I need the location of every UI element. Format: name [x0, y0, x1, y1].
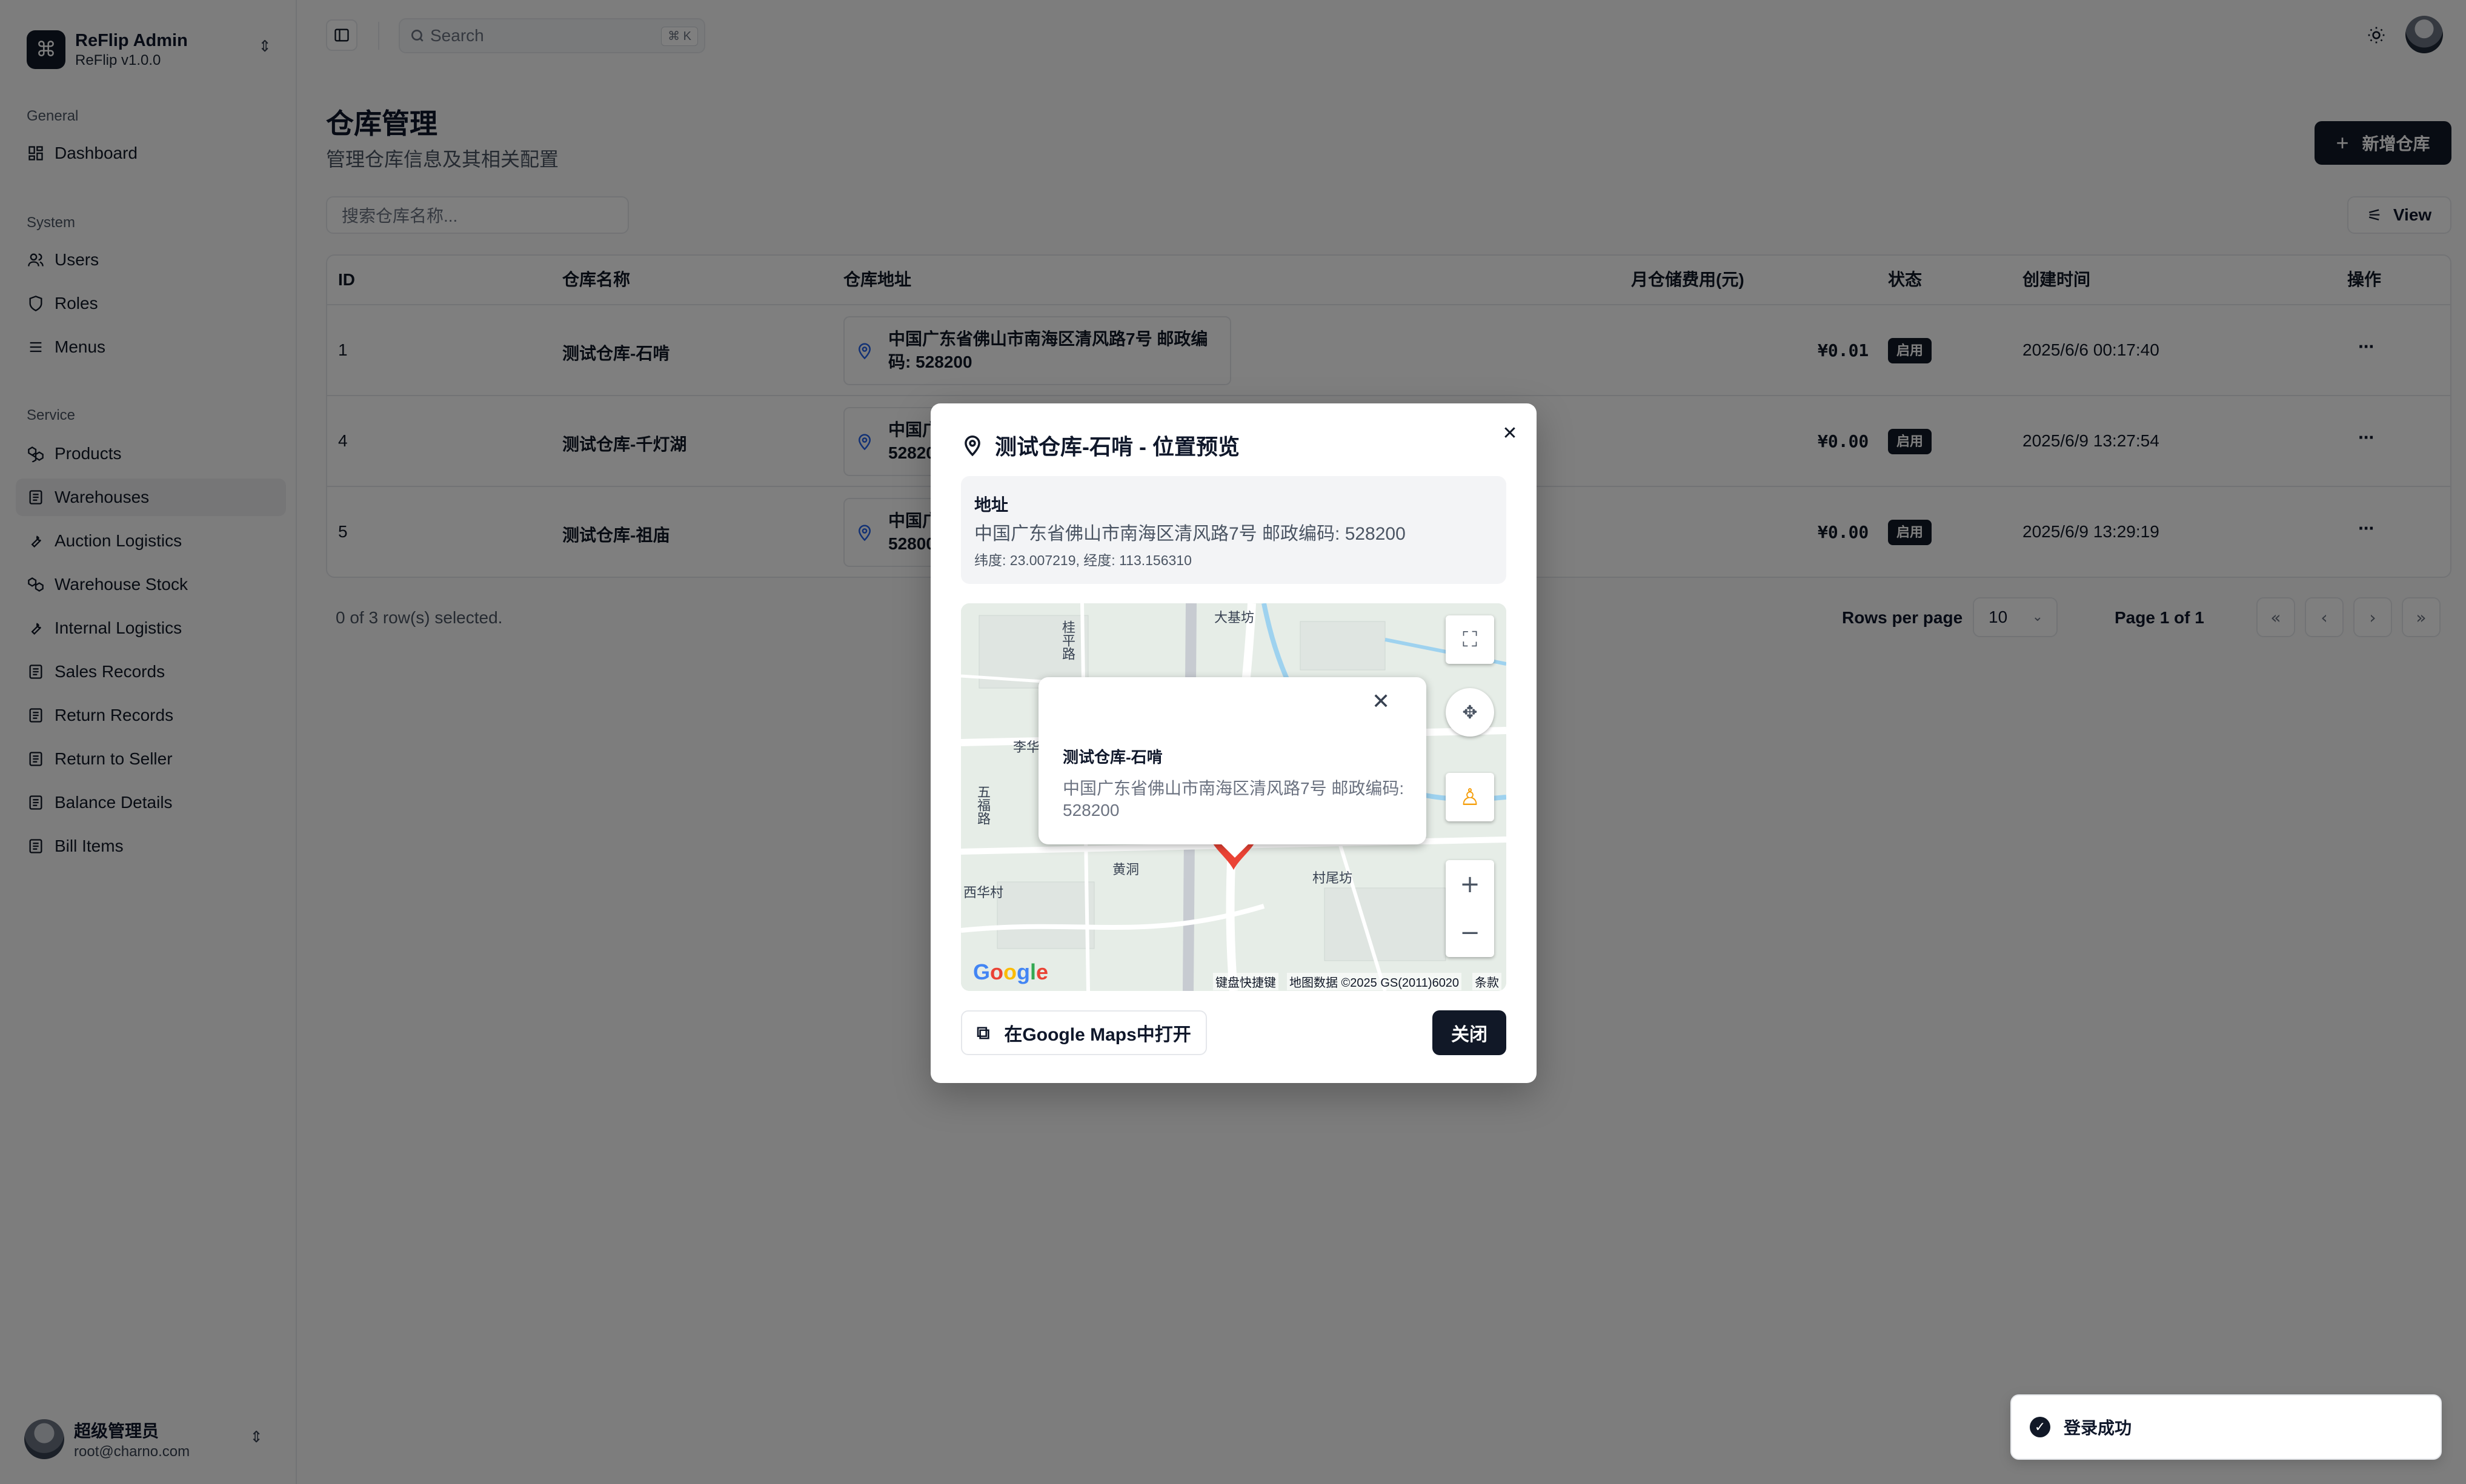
location-preview-dialog: ✕ 测试仓库-石啃 - 位置预览 地址 中国广东省佛山市南海区清风路7号 邮政编…: [931, 403, 1537, 1083]
check-circle-icon: ✓: [2030, 1417, 2050, 1437]
map-label: 西华村: [963, 885, 1004, 900]
app-root: ⌘ ReFlip Admin ReFlip v1.0.0 ⇕ General D…: [0, 0, 2466, 1484]
map-info-window: ✕ 测试仓库-石啃 中国广东省佛山市南海区清风路7号 邮政编码: 528200: [1039, 677, 1426, 858]
map-pin-icon: [965, 436, 980, 457]
map-label: 大基坊: [1214, 610, 1255, 625]
close-icon[interactable]: ✕: [1498, 422, 1522, 446]
open-google-maps-label: 在Google Maps中打开: [1004, 1025, 1191, 1045]
map-pan-control[interactable]: ✥: [1446, 688, 1494, 737]
close-icon[interactable]: ✕: [1372, 689, 1390, 714]
info-window-address: 中国广东省佛山市南海区清风路7号 邮政编码: 528200: [1063, 779, 1404, 820]
coordinates-text: 纬度: 23.007219, 经度: 113.156310: [974, 552, 1192, 568]
open-google-maps-button[interactable]: ⧉ 在Google Maps中打开: [961, 1010, 1207, 1055]
fullscreen-button[interactable]: ⛶: [1446, 615, 1494, 664]
map-label: 黄洞: [1112, 862, 1140, 877]
close-button[interactable]: 关闭: [1432, 1010, 1506, 1055]
map-view[interactable]: 大基坊 李华 黄洞 西华村 村尾坊 五福路 桂平路 ✕ 测试仓库-石啃 中国广东…: [961, 603, 1506, 991]
map-data-attribution: 地图数据 ©2025 GS(2011)6020: [1287, 973, 1462, 990]
street-view-button[interactable]: ♙: [1446, 773, 1494, 821]
dialog-title: 测试仓库-石啃 - 位置预览: [961, 430, 1240, 460]
keyboard-shortcuts-link[interactable]: 键盘快捷键: [1213, 973, 1278, 990]
map-label: 村尾坊: [1312, 870, 1353, 886]
zoom-out-icon[interactable]: −: [1460, 919, 1480, 947]
fullscreen-icon: ⛶: [1463, 628, 1477, 652]
move-icon: ✥: [1462, 701, 1478, 723]
address-label: 地址: [974, 495, 1009, 514]
map-label: 五福路: [975, 785, 991, 825]
toast-notification: ✓ 登录成功: [2010, 1394, 2442, 1460]
dialog-title-text: 测试仓库-石啃 - 位置预览: [995, 434, 1240, 459]
address-text: 中国广东省佛山市南海区清风路7号 邮政编码: 528200: [974, 524, 1406, 544]
map-label: 李华: [1013, 740, 1040, 755]
address-info-box: 地址 中国广东省佛山市南海区清风路7号 邮政编码: 528200 纬度: 23.…: [961, 476, 1506, 584]
toast-message: 登录成功: [2064, 1419, 2132, 1437]
pegman-icon: ♙: [1459, 784, 1481, 810]
map-label: 桂平路: [1060, 620, 1075, 660]
terms-link[interactable]: 条款: [1472, 973, 1501, 990]
info-window-title: 测试仓库-石啃: [1063, 748, 1163, 766]
google-logo: Google: [973, 959, 1049, 984]
zoom-control: + −: [1446, 860, 1494, 957]
external-link-icon: ⧉: [977, 1022, 990, 1044]
zoom-in-icon[interactable]: +: [1460, 870, 1480, 898]
